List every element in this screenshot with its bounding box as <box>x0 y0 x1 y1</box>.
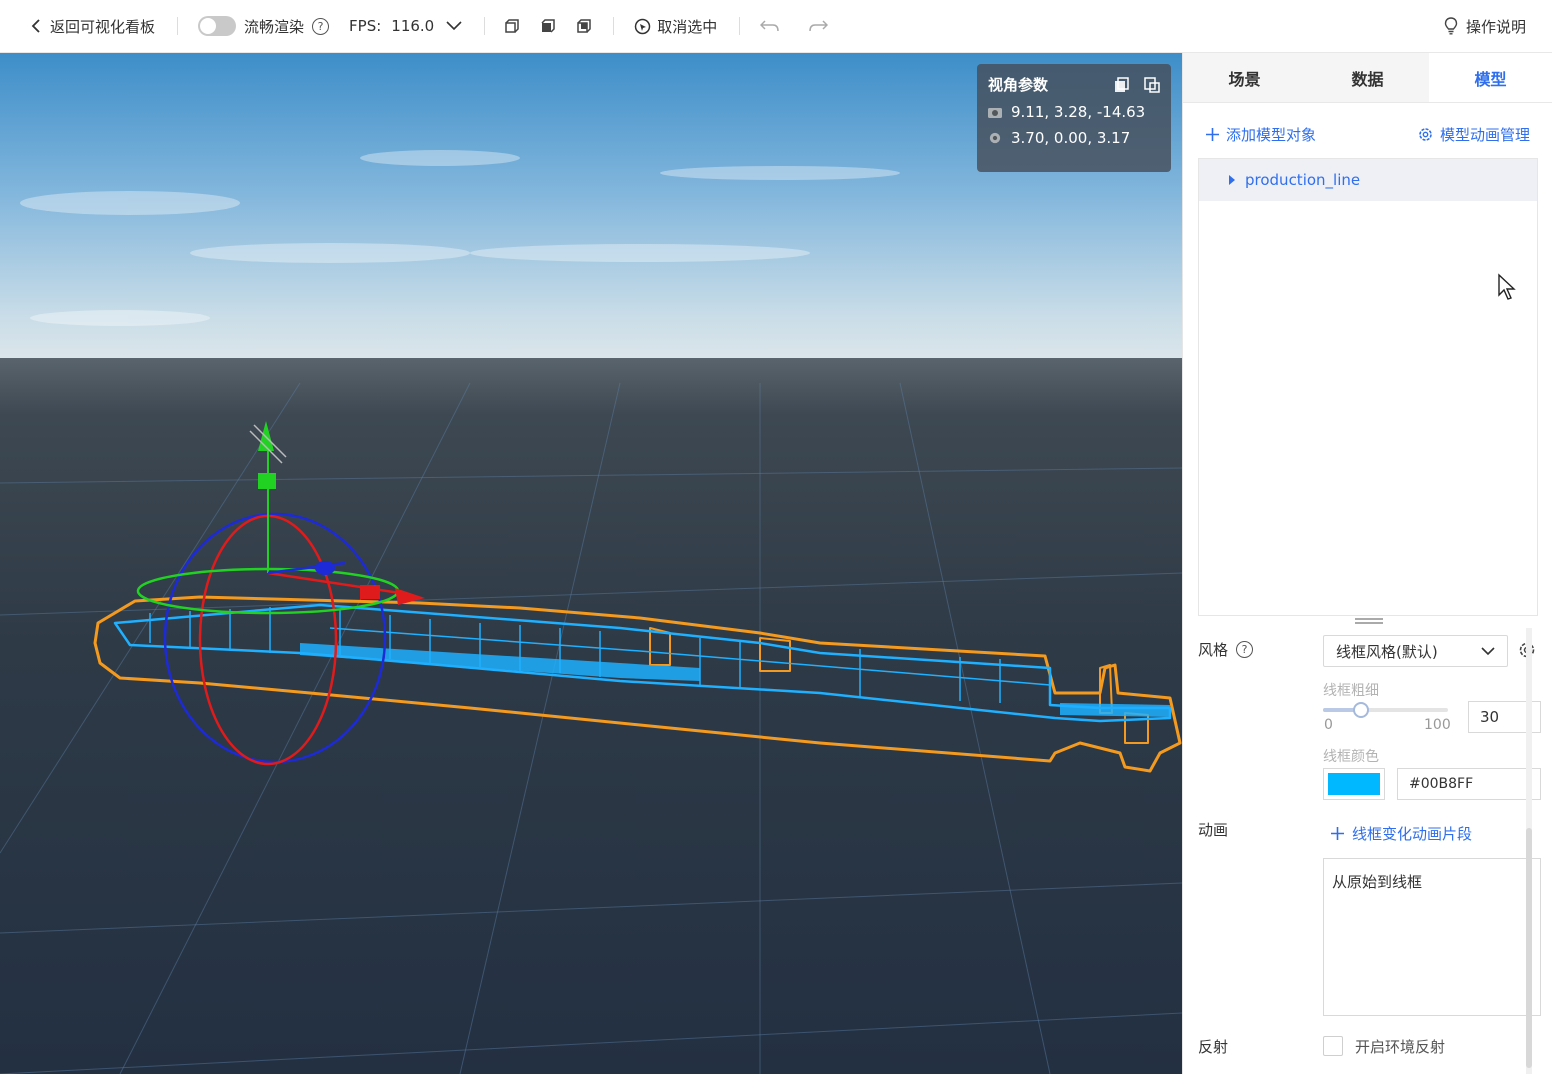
help-circle-icon[interactable]: ? <box>312 17 330 35</box>
toggle-switch[interactable] <box>198 16 237 36</box>
toolbar-divider <box>613 17 615 35</box>
toolbar-divider <box>177 17 179 35</box>
wire-width-label: 线框粗细 <box>1323 683 1379 699</box>
deselect-button[interactable]: 取消选中 <box>634 0 717 53</box>
style-label: 风格 <box>1198 641 1229 659</box>
view-mode-1-button[interactable] <box>505 0 519 53</box>
help-button[interactable]: 操作说明 <box>1444 0 1526 53</box>
color-swatch-fill <box>1328 773 1380 795</box>
cube-half-icon <box>577 19 591 33</box>
view-mode-3-button[interactable] <box>577 0 591 53</box>
cube-solid-icon <box>541 19 555 33</box>
tab-model[interactable]: 模型 <box>1429 53 1552 102</box>
right-sidebar: 场景 数据 模型 添加模型对象 模型动画管理 production_line 风… <box>1182 53 1552 1074</box>
redo-button[interactable] <box>808 0 829 53</box>
env-reflection-label: 开启环境反射 <box>1355 1038 1446 1056</box>
undo-button[interactable] <box>760 0 780 53</box>
undo-icon <box>760 20 779 32</box>
slider-max-label: 100 <box>1424 717 1451 733</box>
anim-manage-button[interactable]: 模型动画管理 <box>1417 124 1530 145</box>
scrollbar-thumb[interactable] <box>1526 828 1532 1068</box>
camera-icon <box>988 108 1002 118</box>
camera-params-panel: 视角参数 9.11, 3.28, -14.63 3.70, 0.00, 3.17 <box>977 64 1171 172</box>
anim-clip-list: 从原始到线框 <box>1323 858 1541 1016</box>
add-anim-clip-label: 线框变化动画片段 <box>1352 825 1473 843</box>
deselect-icon <box>634 18 651 34</box>
camera-target-value: 3.70, 0.00, 3.17 <box>1011 129 1131 147</box>
style-selected-value: 线框风格(默认) <box>1336 642 1438 661</box>
fps-label: FPS: <box>349 17 382 35</box>
camera-panel-title: 视角参数 <box>988 76 1049 94</box>
tab-scene[interactable]: 场景 <box>1183 53 1306 102</box>
smooth-render-toggle[interactable]: 流畅渲染 ? <box>198 0 330 53</box>
scene-canvas[interactable] <box>0 53 1182 1074</box>
model-actions: 添加模型对象 模型动画管理 <box>1183 103 1552 165</box>
3d-viewport[interactable] <box>0 53 1182 1074</box>
slider-min-label: 0 <box>1324 717 1333 733</box>
lightbulb-icon <box>1444 17 1458 35</box>
tree-node-production-line[interactable]: production_line <box>1199 159 1537 201</box>
wire-color-picker[interactable] <box>1323 768 1385 800</box>
deselect-label: 取消选中 <box>657 17 718 36</box>
add-model-label: 添加模型对象 <box>1226 125 1317 144</box>
fps-value: 116.0 <box>391 17 435 35</box>
gizmo-y-handle[interactable] <box>258 473 276 489</box>
cube-outline-icon <box>505 19 519 33</box>
anim-manage-label: 模型动画管理 <box>1439 125 1530 144</box>
redo-icon <box>809 20 829 32</box>
chevron-left-icon <box>31 19 40 33</box>
gizmo-z-handle[interactable] <box>315 561 335 575</box>
fps-dropdown[interactable]: FPS: 116.0 <box>349 0 462 53</box>
reflection-label: 反射 <box>1198 1038 1229 1056</box>
gear-icon <box>1419 127 1432 141</box>
env-reflection-checkbox[interactable] <box>1323 1036 1343 1056</box>
smooth-render-label: 流畅渲染 <box>244 17 305 36</box>
wire-color-label: 线框颜色 <box>1323 749 1379 765</box>
help-circle-icon[interactable]: ? <box>1236 641 1254 658</box>
toolbar-divider <box>484 17 486 35</box>
properties-scrollbar[interactable] <box>1526 628 1532 1074</box>
tab-data[interactable]: 数据 <box>1306 53 1429 102</box>
slider-thumb[interactable] <box>1352 702 1369 718</box>
mouse-cursor-icon <box>1498 273 1516 300</box>
ground-plane <box>0 358 1182 1074</box>
resize-handle[interactable] <box>1355 618 1383 624</box>
back-button[interactable]: 返回可视化看板 <box>30 0 155 53</box>
help-label: 操作说明 <box>1465 17 1526 36</box>
chevron-down-icon <box>446 21 462 31</box>
add-model-button[interactable]: 添加模型对象 <box>1205 124 1316 145</box>
top-toolbar: 返回可视化看板 流畅渲染 ? FPS: 116.0 取消选中 操作说明 <box>0 0 1552 53</box>
toolbar-divider <box>739 17 741 35</box>
add-anim-clip-button[interactable]: 线框变化动画片段 <box>1330 823 1472 844</box>
chevron-down-icon <box>1481 646 1495 655</box>
plus-icon <box>1206 127 1219 141</box>
plus-icon <box>1331 827 1344 840</box>
view-mode-2-button[interactable] <box>541 0 555 53</box>
style-select[interactable]: 线框风格(默认) <box>1323 635 1508 667</box>
sidebar-tabs: 场景 数据 模型 <box>1183 53 1552 103</box>
gizmo-x-handle[interactable] <box>360 585 380 599</box>
caret-right-icon[interactable] <box>1229 175 1235 185</box>
camera-position-value: 9.11, 3.28, -14.63 <box>1011 103 1146 121</box>
animation-label: 动画 <box>1198 821 1229 839</box>
target-icon <box>989 132 1001 144</box>
model-tree: production_line <box>1198 158 1538 616</box>
copy-icon[interactable] <box>1114 76 1130 93</box>
back-label: 返回可视化看板 <box>50 17 156 36</box>
wire-width-slider[interactable] <box>1323 702 1448 718</box>
wire-color-hex-input[interactable]: #00B8FF <box>1397 768 1541 800</box>
tree-node-label: production_line <box>1245 171 1361 189</box>
paste-icon[interactable] <box>1144 76 1160 93</box>
anim-clip-item[interactable]: 从原始到线框 <box>1332 871 1532 892</box>
